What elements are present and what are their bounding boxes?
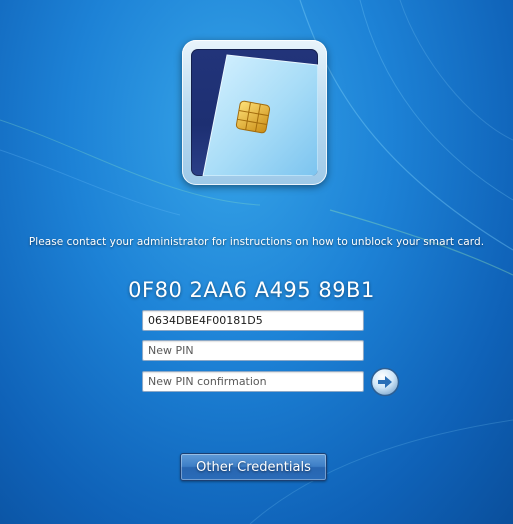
new-pin-input[interactable]: [142, 340, 364, 361]
other-credentials-button[interactable]: Other Credentials: [180, 453, 327, 481]
card-id: 0F80 2AA6 A495 89B1: [128, 278, 375, 302]
unblock-message: Please contact your administrator for in…: [28, 236, 485, 248]
arrow-right-icon: [370, 367, 400, 397]
smart-card-tile: [182, 40, 327, 185]
tile-inner: [191, 49, 318, 176]
new-pin-confirm-input[interactable]: [142, 371, 364, 392]
smart-card-icon: [202, 54, 318, 176]
puk-input[interactable]: [142, 310, 364, 331]
submit-button[interactable]: [370, 367, 400, 397]
